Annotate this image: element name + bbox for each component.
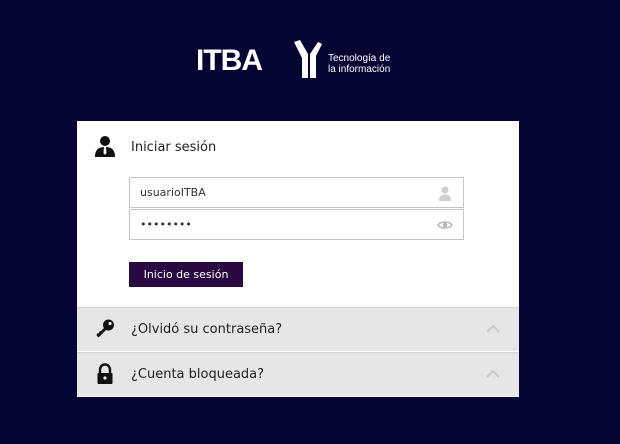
itba-logo-text: ITBA <box>196 44 263 77</box>
password-input[interactable] <box>130 210 440 239</box>
username-field <box>129 177 464 208</box>
chevron-up-icon[interactable] <box>485 322 501 334</box>
eye-icon[interactable] <box>437 217 453 233</box>
login-card: Iniciar sesión Inicio de sesión ¿Olvidó … <box>77 121 519 397</box>
key-icon <box>96 319 114 338</box>
forgot-password-label: ¿Olvidó su contraseña? <box>131 322 283 337</box>
login-submit-button[interactable]: Inicio de sesión <box>129 262 243 287</box>
forgot-password-section[interactable]: ¿Olvidó su contraseña? <box>77 307 519 351</box>
login-header: Iniciar sesión <box>77 121 519 175</box>
password-field <box>129 209 464 240</box>
lock-icon <box>97 363 113 384</box>
brand-tagline: Tecnología de la información <box>328 53 390 75</box>
login-title: Iniciar sesión <box>131 140 217 155</box>
person-icon <box>439 186 451 201</box>
chevron-up-icon[interactable] <box>485 367 501 379</box>
itba-logo-mark-icon <box>294 40 322 78</box>
username-input[interactable] <box>130 178 440 207</box>
locked-account-label: ¿Cuenta bloqueada? <box>131 367 265 382</box>
brand-tagline-line2: la información <box>328 64 391 75</box>
brand-tagline-line1: Tecnología de <box>328 53 391 64</box>
user-icon <box>95 136 115 157</box>
locked-account-section[interactable]: ¿Cuenta bloqueada? <box>77 352 519 396</box>
